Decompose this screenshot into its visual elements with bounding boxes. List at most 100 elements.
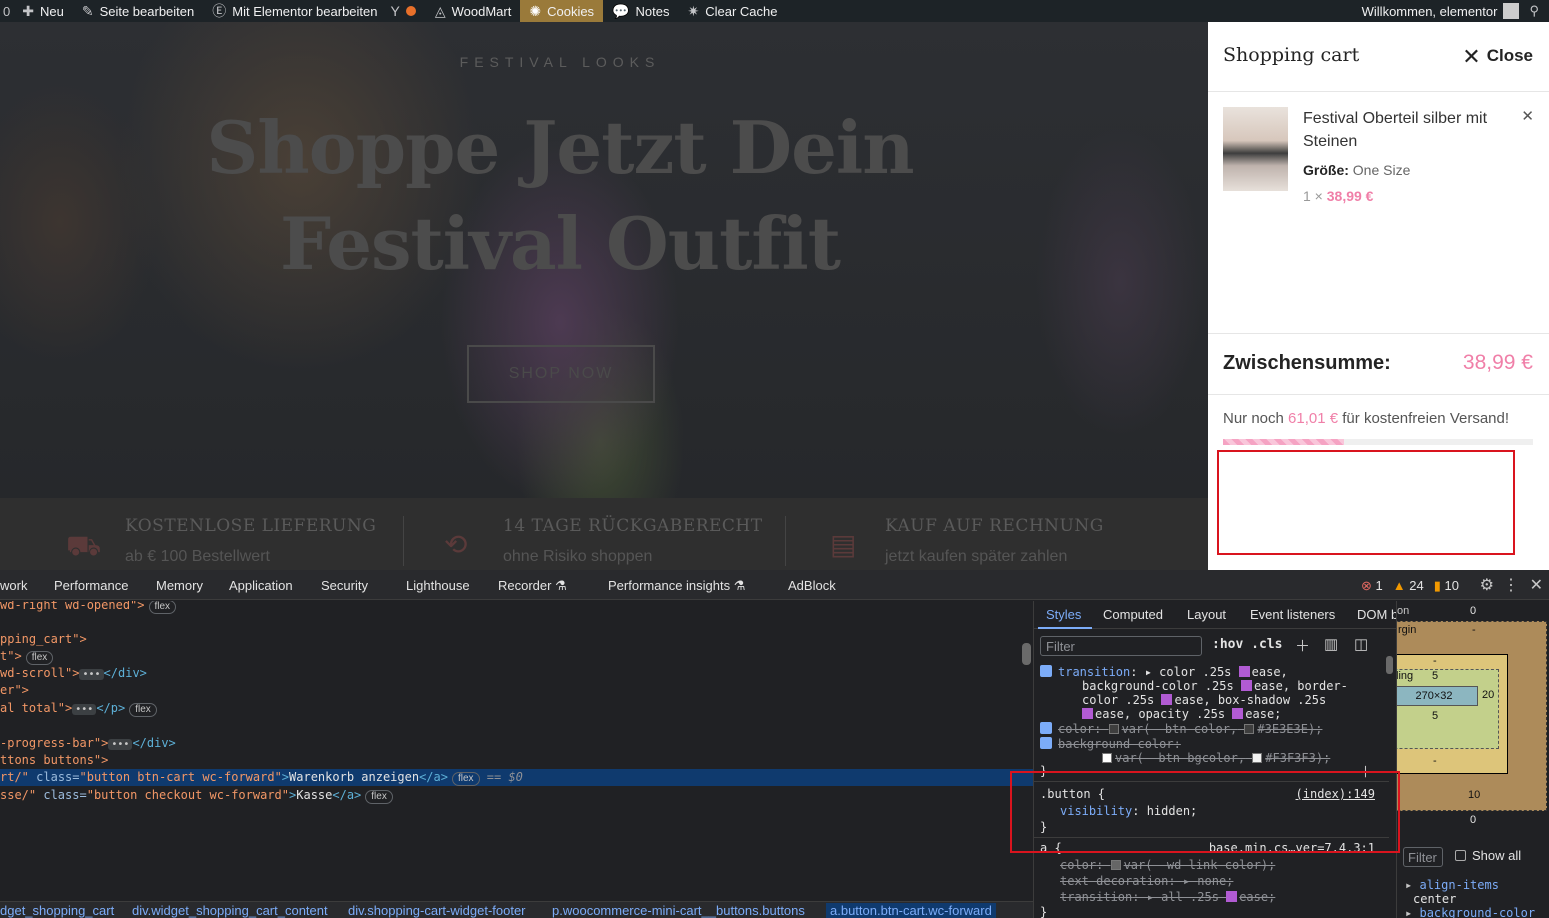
ellipsis-icon[interactable]: ••• — [79, 669, 104, 680]
more-options-icon[interactable]: ⋮ — [1503, 575, 1519, 595]
breadcrumb-item[interactable]: div.shopping-cart-widget-footer — [348, 903, 526, 918]
cart-close-button[interactable]: ✕ Close — [1462, 45, 1533, 67]
admin-bar-clear-cache[interactable]: ✷ Clear Cache — [678, 0, 786, 22]
breadcrumb-item[interactable]: div.widget_shopping_cart_content — [132, 903, 328, 918]
hov-toggle[interactable]: :hov — [1212, 637, 1243, 652]
remove-item-icon[interactable]: ✕ — [1521, 107, 1534, 125]
admin-bar-account[interactable]: Willkommen, elementor ⚲ — [1362, 0, 1549, 22]
checkbox-icon[interactable] — [1040, 665, 1052, 677]
styles-filter-input[interactable]: Filter — [1040, 636, 1202, 656]
warning-counter[interactable]: ▲ 24 — [1393, 578, 1424, 594]
tab-memory[interactable]: Memory — [156, 578, 203, 593]
tab-application[interactable]: Application — [229, 578, 293, 593]
admin-bar-yoast[interactable]: Y — [387, 0, 426, 22]
elements-scrollbar[interactable] — [1022, 643, 1031, 665]
dom-line[interactable]: al total"> ••• </p> flex — [0, 700, 157, 717]
tab-styles[interactable]: Styles — [1046, 607, 1081, 622]
flex-badge[interactable]: flex — [365, 790, 393, 804]
expand-arrow-icon[interactable]: ▸ — [1405, 906, 1412, 918]
css-decl-a-text-decoration[interactable]: text-decoration: ▸ none; — [1060, 874, 1233, 888]
admin-bar-cookies[interactable]: ✺ Cookies — [520, 0, 604, 22]
tab-layout[interactable]: Layout — [1187, 607, 1226, 622]
box-model-position: on 0 — [1397, 601, 1549, 621]
flex-badge[interactable]: flex — [451, 772, 480, 786]
ellipsis-icon[interactable]: ••• — [72, 704, 97, 715]
color-swatch-icon[interactable] — [1110, 860, 1121, 870]
dom-line[interactable]: er"> — [0, 682, 29, 699]
tab-adblock[interactable]: AdBlock — [788, 578, 836, 593]
shop-now-button[interactable]: SHOP NOW — [467, 345, 655, 403]
checkbox-icon[interactable] — [1455, 850, 1466, 861]
tab-network[interactable]: work — [0, 578, 27, 593]
admin-bar-notes[interactable]: 💬 Notes — [603, 0, 678, 22]
issues-counter[interactable]: ▮ 10 — [1434, 578, 1459, 594]
paint-icon[interactable]: ▥ — [1324, 635, 1338, 653]
dom-line[interactable]: pping_cart"> — [0, 631, 87, 648]
box-model-content[interactable]: 270×32 — [1397, 686, 1478, 706]
close-icon[interactable]: ✕ — [1530, 575, 1543, 595]
tab-performance[interactable]: Performance — [54, 578, 128, 593]
breadcrumb-item[interactable]: p.woocommerce-mini-cart__buttons.buttons — [552, 903, 805, 918]
easing-swatch-icon[interactable] — [1240, 680, 1252, 691]
dom-line[interactable]: ttons buttons"> — [0, 752, 108, 769]
ellipsis-icon[interactable]: ••• — [108, 739, 133, 750]
error-counter[interactable]: ⊗ 1 — [1361, 578, 1383, 594]
flex-badge[interactable]: flex — [148, 601, 177, 614]
tab-lighthouse[interactable]: Lighthouse — [406, 578, 470, 593]
easing-swatch-icon[interactable] — [1082, 708, 1093, 719]
search-icon[interactable]: ⚲ — [1529, 3, 1539, 19]
product-thumbnail[interactable] — [1223, 107, 1288, 191]
easing-swatch-icon[interactable] — [1161, 694, 1173, 705]
gear-icon[interactable]: ⚙ — [1480, 575, 1494, 595]
tab-performance-insights[interactable]: Performance insights ⚗ — [608, 578, 745, 594]
admin-bar-partial-item[interactable]: 0 — [0, 0, 13, 22]
easing-swatch-icon[interactable] — [1232, 708, 1244, 719]
expand-arrow-icon[interactable]: ▸ — [1405, 878, 1412, 892]
easing-swatch-icon[interactable] — [1238, 666, 1250, 677]
dom-line-selected[interactable]: rt/" class="button btn-cart wc-forward">… — [0, 769, 1033, 786]
box-model-margin[interactable]: 270×32 5 20 20 5 padding border - - rgin… — [1397, 621, 1547, 811]
css-decl-background[interactable]: background-color: — [1040, 737, 1181, 751]
box-model-border[interactable]: 270×32 5 20 20 5 padding border - - — [1397, 654, 1508, 774]
add-rule-icon[interactable]: ＋ — [1295, 635, 1310, 656]
styles-scrollbar[interactable] — [1386, 656, 1393, 674]
easing-swatch-icon[interactable] — [1226, 891, 1238, 902]
product-name[interactable]: Festival Oberteil silber mit Steinen — [1303, 107, 1518, 153]
box-model-padding[interactable]: 270×32 5 20 20 5 padding — [1397, 669, 1499, 749]
breadcrumb-item-active[interactable]: a.button.btn-cart.wc-forward — [826, 903, 996, 918]
checkbox-icon[interactable] — [1040, 737, 1052, 749]
dom-line[interactable]: wd-scroll"> ••• </div> — [0, 665, 147, 682]
dom-line[interactable]: -progress-bar"> ••• </div> — [0, 735, 176, 752]
computed-prop[interactable]: ▸ background-color — [1405, 906, 1535, 918]
tab-security[interactable]: Security — [321, 578, 368, 593]
color-swatch-icon[interactable] — [1102, 753, 1112, 763]
flex-badge[interactable]: flex — [129, 703, 157, 717]
color-swatch-icon[interactable] — [1108, 724, 1119, 734]
flex-badge[interactable]: flex — [25, 651, 54, 665]
tab-computed[interactable]: Computed — [1103, 607, 1163, 622]
elements-tree[interactable]: wd-right wd-opened"> flex pping_cart"> t"… — [0, 601, 1033, 901]
css-decl-a-transition[interactable]: transition: ▸ all .25s ease; — [1060, 890, 1275, 904]
dom-line[interactable]: wd-right wd-opened"> flex — [0, 601, 177, 614]
breadcrumb-item[interactable]: dget_shopping_cart — [0, 903, 114, 918]
admin-bar-woodmart[interactable]: ◬ WoodMart — [426, 0, 521, 22]
admin-bar-new[interactable]: ✚ Neu — [13, 0, 73, 22]
color-swatch-icon[interactable] — [1244, 724, 1255, 734]
devtools-issue-counters[interactable]: ⊗ 1 ▲ 24 ▮ 10 — [1361, 578, 1459, 594]
sidebar-toggle-icon[interactable]: ◫ — [1354, 635, 1368, 653]
admin-bar-elementor[interactable]: Ⓔ Mit Elementor bearbeiten — [203, 0, 386, 22]
css-decl-transition[interactable]: transition: ▸ color .25s ease, — [1040, 665, 1288, 679]
css-decl-color[interactable]: color: var(--btn-color, #3E3E3E); — [1040, 722, 1322, 736]
computed-prop[interactable]: ▸ align-items — [1405, 878, 1499, 892]
dom-line[interactable]: sse/" class="button checkout wc-forward"… — [0, 787, 393, 804]
tab-event-listeners[interactable]: Event listeners — [1250, 607, 1335, 622]
dom-line[interactable]: t"> flex — [0, 648, 54, 665]
tab-recorder[interactable]: Recorder ⚗ — [498, 578, 567, 594]
css-decl-a-color[interactable]: color: var(--wd-link-color); — [1060, 858, 1275, 872]
computed-filter-input[interactable]: Filter — [1403, 847, 1443, 867]
show-all-checkbox[interactable]: Show all — [1455, 848, 1521, 863]
cls-toggle[interactable]: .cls — [1251, 637, 1282, 652]
color-swatch-icon[interactable] — [1252, 753, 1263, 763]
admin-bar-edit-page[interactable]: ✎ Seite bearbeiten — [73, 0, 203, 22]
checkbox-icon[interactable] — [1040, 722, 1052, 734]
